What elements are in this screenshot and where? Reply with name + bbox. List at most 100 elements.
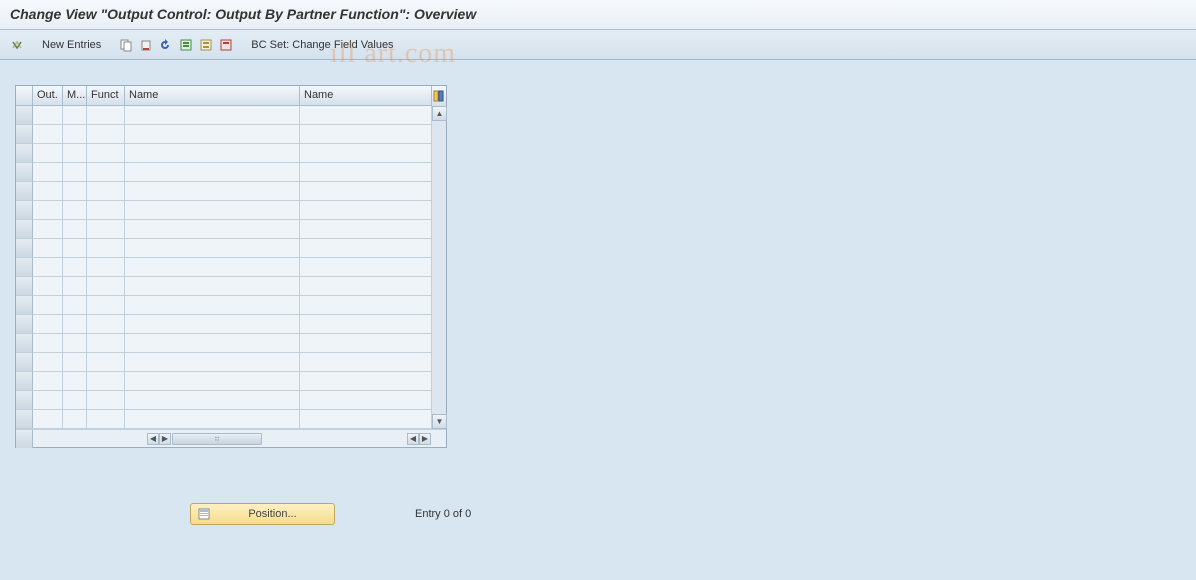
vertical-scrollbar[interactable]: ▲ ▼ (431, 106, 446, 429)
cell[interactable] (300, 182, 431, 201)
horizontal-scrollbar-2[interactable]: ◀ ▶ (407, 433, 431, 445)
cell[interactable] (33, 258, 63, 277)
row-selector[interactable] (16, 125, 33, 144)
row-selector[interactable] (16, 144, 33, 163)
scroll-track[interactable] (432, 121, 446, 414)
grid-header-funct[interactable]: Funct (87, 86, 125, 105)
cell[interactable] (125, 296, 300, 315)
cell[interactable] (87, 296, 125, 315)
cell[interactable] (63, 353, 87, 372)
cell[interactable] (87, 258, 125, 277)
cell[interactable] (63, 296, 87, 315)
cell[interactable] (33, 220, 63, 239)
cell[interactable] (63, 125, 87, 144)
grid-header-selector[interactable] (16, 86, 33, 105)
row-selector[interactable] (16, 201, 33, 220)
toggle-icon[interactable] (8, 36, 26, 54)
deselect-all-icon[interactable] (217, 36, 235, 54)
cell[interactable] (33, 334, 63, 353)
cell[interactable] (125, 315, 300, 334)
cell[interactable] (300, 201, 431, 220)
cell[interactable] (63, 163, 87, 182)
cell[interactable] (125, 144, 300, 163)
cell[interactable] (87, 182, 125, 201)
cell[interactable] (33, 182, 63, 201)
cell[interactable] (33, 201, 63, 220)
cell[interactable] (125, 106, 300, 125)
scroll-up-icon[interactable]: ▲ (432, 106, 447, 121)
cell[interactable] (300, 353, 431, 372)
cell[interactable] (33, 391, 63, 410)
row-selector[interactable] (16, 410, 33, 429)
cell[interactable] (33, 144, 63, 163)
cell[interactable] (300, 163, 431, 182)
cell[interactable] (300, 239, 431, 258)
select-block-icon[interactable] (197, 36, 215, 54)
grid-header-name1[interactable]: Name (125, 86, 300, 105)
scroll-right-icon[interactable]: ▶ (419, 433, 431, 445)
cell[interactable] (125, 220, 300, 239)
cell[interactable] (125, 258, 300, 277)
cell[interactable] (300, 220, 431, 239)
cell[interactable] (300, 372, 431, 391)
footer-selector[interactable] (16, 430, 33, 448)
grid-header-m[interactable]: M... (63, 86, 87, 105)
cell[interactable] (87, 315, 125, 334)
scroll-right-icon[interactable]: ▶ (159, 433, 171, 445)
row-selector[interactable] (16, 372, 33, 391)
cell[interactable] (125, 125, 300, 144)
cell[interactable] (300, 334, 431, 353)
cell[interactable] (300, 296, 431, 315)
cell[interactable] (125, 372, 300, 391)
cell[interactable] (125, 410, 300, 429)
cell[interactable] (125, 182, 300, 201)
cell[interactable] (87, 201, 125, 220)
cell[interactable] (125, 334, 300, 353)
cell[interactable] (63, 220, 87, 239)
select-all-icon[interactable] (177, 36, 195, 54)
cell[interactable] (33, 353, 63, 372)
cell[interactable] (33, 296, 63, 315)
cell[interactable] (300, 106, 431, 125)
horizontal-scrollbar-1[interactable]: ◀ ▶ ⠶ (147, 433, 263, 445)
cell[interactable] (63, 334, 87, 353)
cell[interactable] (63, 372, 87, 391)
row-selector[interactable] (16, 353, 33, 372)
cell[interactable] (300, 258, 431, 277)
scroll-left-icon[interactable]: ◀ (407, 433, 419, 445)
cell[interactable] (63, 201, 87, 220)
cell[interactable] (87, 334, 125, 353)
position-button[interactable]: Position... (190, 503, 335, 525)
cell[interactable] (63, 182, 87, 201)
new-entries-button[interactable]: New Entries (42, 39, 101, 51)
row-selector[interactable] (16, 220, 33, 239)
cell[interactable] (63, 239, 87, 258)
cell[interactable] (87, 220, 125, 239)
cell[interactable] (63, 144, 87, 163)
row-selector[interactable] (16, 239, 33, 258)
row-selector[interactable] (16, 277, 33, 296)
cell[interactable] (125, 201, 300, 220)
cell[interactable] (63, 277, 87, 296)
cell[interactable] (125, 239, 300, 258)
grid-config-icon[interactable] (431, 86, 446, 106)
cell[interactable] (300, 410, 431, 429)
cell[interactable] (63, 391, 87, 410)
cell[interactable] (300, 315, 431, 334)
cell[interactable] (33, 410, 63, 429)
cell[interactable] (125, 391, 300, 410)
cell[interactable] (33, 239, 63, 258)
cell[interactable] (33, 163, 63, 182)
cell[interactable] (63, 315, 87, 334)
cell[interactable] (87, 144, 125, 163)
cell[interactable] (33, 277, 63, 296)
cell[interactable] (63, 258, 87, 277)
cell[interactable] (87, 239, 125, 258)
scroll-left-icon[interactable]: ◀ (147, 433, 159, 445)
cell[interactable] (300, 391, 431, 410)
row-selector[interactable] (16, 182, 33, 201)
cell[interactable] (87, 163, 125, 182)
cell[interactable] (87, 353, 125, 372)
grid-header-out[interactable]: Out. (33, 86, 63, 105)
cell[interactable] (63, 410, 87, 429)
